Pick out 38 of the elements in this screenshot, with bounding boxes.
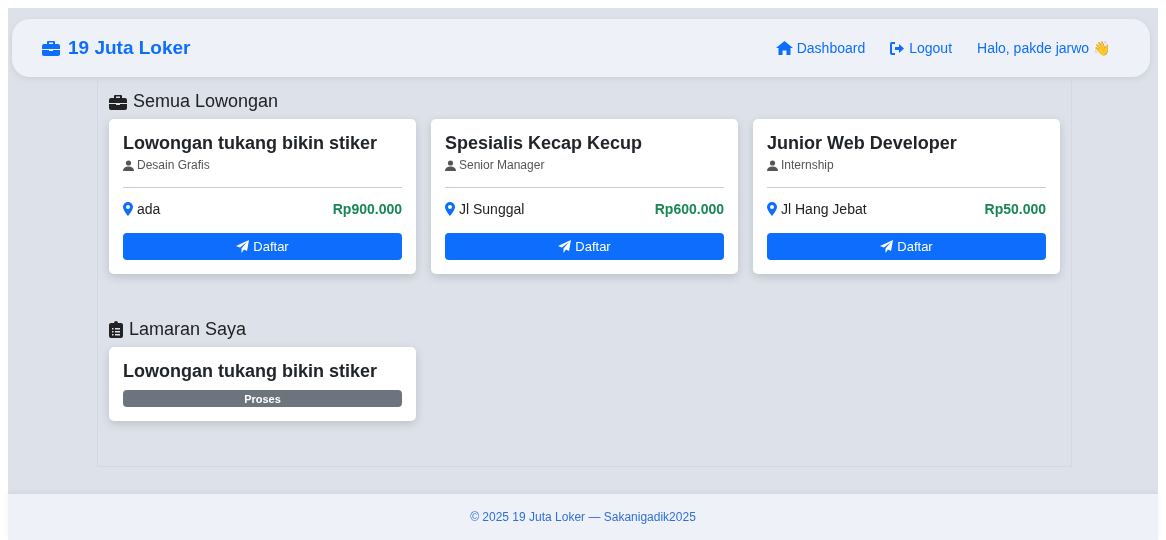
briefcase-icon xyxy=(109,93,127,110)
job-title: Spesialis Kecap Kecup xyxy=(445,133,644,154)
send-icon xyxy=(236,240,250,253)
job-category: Desain Grafis xyxy=(137,158,210,172)
user-icon xyxy=(445,159,456,171)
job-location: ada xyxy=(137,201,161,217)
clipboard-icon xyxy=(109,321,123,338)
apply-button[interactable]: Daftar xyxy=(123,233,402,260)
logout-icon xyxy=(890,41,906,55)
apply-button[interactable]: Daftar xyxy=(445,233,724,260)
user-icon xyxy=(767,159,778,171)
footer-text: © 2025 19 Juta Loker — Sakanigadik2025 xyxy=(470,510,696,524)
user-icon xyxy=(123,159,134,171)
job-title: Lowongan tukang bikin stiker xyxy=(123,361,379,382)
send-icon xyxy=(558,240,572,253)
nav-link[interactable]: Logout xyxy=(890,40,953,56)
job-location: Jl Sunggal xyxy=(459,201,525,217)
home-icon xyxy=(775,41,793,55)
send-icon xyxy=(880,240,894,253)
job-salary: Rp50.000 xyxy=(984,201,1046,217)
job-location: Jl Hang Jebat xyxy=(781,201,867,217)
job-category: Senior Manager xyxy=(459,158,545,172)
section-title: Semua Lowongan xyxy=(133,91,279,112)
status-badge: Proses xyxy=(123,390,402,407)
job-salary: Rp600.000 xyxy=(654,201,724,217)
apply-button[interactable]: Daftar xyxy=(767,233,1046,260)
job-title: Lowongan tukang bikin stiker xyxy=(123,133,379,154)
nav-link[interactable]: Dashboard xyxy=(775,40,866,56)
section-title: Lamaran Saya xyxy=(129,319,247,340)
greeting-text: Halo, pakde jarwo 👋 xyxy=(977,40,1110,56)
job-title: Junior Web Developer xyxy=(767,133,958,154)
location-pin-icon xyxy=(445,202,455,216)
brand-link[interactable]: 19 Juta Loker xyxy=(42,37,191,59)
briefcase-icon xyxy=(42,40,60,56)
job-salary: Rp900.000 xyxy=(332,201,402,217)
location-pin-icon xyxy=(767,202,777,216)
job-category: Internship xyxy=(781,158,834,172)
location-pin-icon xyxy=(123,202,133,216)
